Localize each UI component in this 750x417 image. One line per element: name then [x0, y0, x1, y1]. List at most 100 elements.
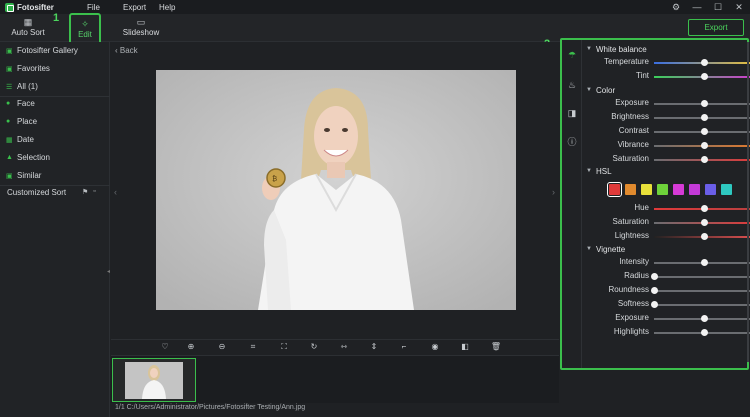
slider-handle[interactable]	[651, 301, 658, 308]
fit-icon[interactable]: ⌗	[247, 342, 259, 352]
slider-roundness[interactable]: Roundness↻	[582, 285, 750, 297]
slider-track[interactable]	[654, 128, 750, 135]
collapse-sidebar-icon[interactable]: ◂	[107, 268, 110, 275]
slider-track[interactable]	[654, 205, 750, 212]
settings-icon[interactable]: ⚙	[671, 2, 681, 13]
sidebar-item-selection[interactable]: ▲ Selection	[0, 149, 110, 166]
vignette-header[interactable]: ▼ Vignette	[586, 244, 746, 254]
sidebar-item-date[interactable]: ▦ Date	[0, 131, 110, 148]
tab-info[interactable]: ⓘ	[562, 130, 582, 152]
sidebar-item-all[interactable]: ☰ All (1)	[0, 78, 110, 95]
slider-track[interactable]	[654, 100, 750, 107]
slider-handle[interactable]	[701, 156, 708, 163]
sidebar-item-place[interactable]: ● Place	[0, 113, 110, 130]
slider-vibrance[interactable]: Vibrance↻	[582, 140, 750, 152]
slider-highlights[interactable]: Highlights↻	[582, 327, 750, 339]
slider-track[interactable]	[654, 259, 750, 266]
white-balance-header[interactable]: ▼ White balance	[586, 44, 746, 54]
tab-adjust[interactable]: ☂	[562, 44, 582, 66]
export-button[interactable]: Export	[688, 19, 744, 36]
slider-hue[interactable]: Hue↻	[582, 203, 750, 215]
hsl-swatch[interactable]	[641, 184, 652, 195]
slider-lightness[interactable]: Lightness↻	[582, 231, 750, 243]
crop-icon[interactable]: ⌐	[398, 342, 410, 351]
sidebar-item-favorites[interactable]: ▣ Favorites	[0, 60, 110, 77]
hsl-swatch[interactable]	[673, 184, 684, 195]
hsl-swatch[interactable]	[625, 184, 636, 195]
slider-track[interactable]	[654, 329, 750, 336]
tab-effects[interactable]: ♨	[562, 74, 582, 96]
slider-temperature[interactable]: Temperature↻	[582, 57, 750, 69]
minimize-icon[interactable]: —	[692, 2, 702, 12]
slider-track[interactable]	[654, 59, 750, 66]
slider-tint[interactable]: Tint↻	[582, 71, 750, 83]
panel-scrollbar[interactable]	[747, 42, 749, 362]
slider-contrast[interactable]: Contrast↻	[582, 126, 750, 138]
slideshow-button[interactable]: ▭ Slideshow	[118, 16, 164, 37]
auto-sort-button[interactable]: ▦ Auto Sort	[8, 16, 48, 37]
slider-track[interactable]	[654, 73, 750, 80]
bookmark-icon[interactable]: ▫	[93, 188, 95, 196]
color-header[interactable]: ▼ Color	[586, 85, 746, 95]
slider-handle[interactable]	[701, 233, 708, 240]
slider-track[interactable]	[654, 315, 750, 322]
slider-track[interactable]	[651, 273, 750, 280]
slider-handle[interactable]	[701, 205, 708, 212]
slider-intensity[interactable]: Intensity↻	[582, 257, 750, 269]
slider-track[interactable]	[651, 287, 750, 294]
slider-handle[interactable]	[701, 100, 708, 107]
rotate-icon[interactable]: ↻	[308, 342, 320, 351]
fullscreen-icon[interactable]: ⛶	[278, 342, 290, 352]
maximize-icon[interactable]: ☐	[713, 2, 723, 13]
slider-track[interactable]	[654, 156, 750, 163]
delete-icon[interactable]: 🗑	[490, 342, 502, 351]
slider-track[interactable]	[654, 233, 750, 240]
slider-track[interactable]	[651, 301, 750, 308]
close-icon[interactable]: ✕	[734, 2, 744, 13]
slider-saturation[interactable]: Saturation↻	[582, 154, 750, 166]
slider-track[interactable]	[654, 142, 750, 149]
flip-horizontal-icon[interactable]: ⇿	[338, 342, 350, 351]
heart-icon[interactable]: ♡	[159, 342, 171, 351]
sidebar-item-face[interactable]: ● Face	[0, 95, 110, 112]
compare-icon[interactable]: ◧	[459, 342, 471, 351]
slider-exposure[interactable]: Exposure↻	[582, 98, 750, 110]
slider-exposure[interactable]: Exposure↻	[582, 313, 750, 325]
slider-handle[interactable]	[701, 329, 708, 336]
eye-icon[interactable]: ◉	[429, 342, 441, 351]
slider-track[interactable]	[654, 114, 750, 121]
slider-handle[interactable]	[701, 59, 708, 66]
sidebar-item-gallery[interactable]: ▣ Fotosifter Gallery	[0, 42, 110, 59]
slider-handle[interactable]	[701, 114, 708, 121]
slider-handle[interactable]	[701, 219, 708, 226]
menu-help[interactable]: Help	[159, 3, 189, 12]
flip-vertical-icon[interactable]: ⇕	[368, 342, 380, 351]
slider-radius[interactable]: Radius↻	[582, 271, 750, 283]
hsl-swatch[interactable]	[721, 184, 732, 195]
thumbnail[interactable]	[112, 358, 196, 402]
slider-brightness[interactable]: Brightness↻	[582, 112, 750, 124]
slider-handle[interactable]	[701, 73, 708, 80]
hsl-swatch[interactable]	[705, 184, 716, 195]
hsl-swatch[interactable]	[657, 184, 668, 195]
slider-handle[interactable]	[651, 273, 658, 280]
slider-saturation[interactable]: Saturation↻	[582, 217, 750, 229]
menu-file[interactable]: File	[87, 3, 117, 12]
menu-export[interactable]: Export	[123, 3, 153, 12]
hsl-swatch[interactable]	[689, 184, 700, 195]
slider-handle[interactable]	[701, 142, 708, 149]
edit-button[interactable]: ✧ Edit	[69, 13, 101, 45]
slider-track[interactable]	[654, 219, 750, 226]
previous-photo-icon[interactable]: ‹	[114, 187, 117, 197]
slider-handle[interactable]	[701, 259, 708, 266]
hsl-header[interactable]: ▼ HSL	[586, 166, 746, 176]
slider-softness[interactable]: Softness↻	[582, 299, 750, 311]
slider-handle[interactable]	[651, 287, 658, 294]
zoom-out-icon[interactable]: ⊖	[216, 342, 228, 351]
tab-crop[interactable]: ◨	[562, 102, 582, 124]
slider-handle[interactable]	[701, 315, 708, 322]
add-sort-icon[interactable]: ⚑	[82, 188, 88, 196]
zoom-in-icon[interactable]: ⊕	[185, 342, 197, 351]
slider-handle[interactable]	[701, 128, 708, 135]
back-link[interactable]: ‹ Back	[115, 46, 138, 55]
